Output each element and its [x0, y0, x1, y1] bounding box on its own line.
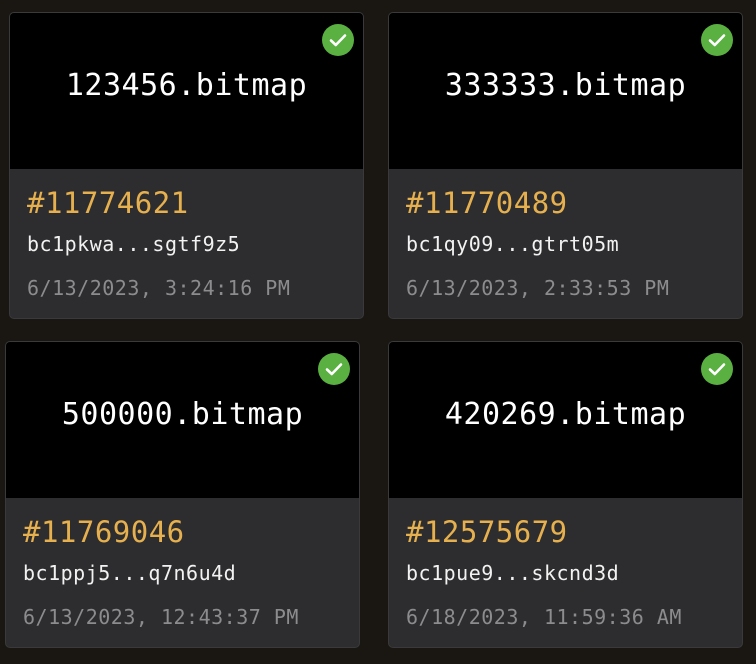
preview-text: 500000.bitmap: [61, 396, 304, 432]
card-info: #11770489 bc1qy09...gtrt05m 6/13/2023, 2…: [406, 169, 732, 300]
inscription-card[interactable]: 333333.bitmap #11770489 bc1qy09...gtrt05…: [388, 12, 743, 319]
inscription-preview: 420269.bitmap: [389, 342, 742, 498]
timestamp: 6/13/2023, 2:33:53 PM: [406, 276, 670, 300]
timestamp: 6/18/2023, 11:59:36 AM: [406, 605, 682, 629]
check-circle-icon[interactable]: [322, 24, 354, 56]
check-circle-icon[interactable]: [318, 353, 350, 385]
preview-text: 333333.bitmap: [444, 67, 687, 103]
inscription-preview: 333333.bitmap: [389, 13, 742, 169]
owner-address: bc1pkwa...sgtf9z5: [27, 232, 241, 256]
owner-address: bc1qy09...gtrt05m: [406, 232, 620, 256]
inscription-preview: 500000.bitmap: [6, 342, 359, 498]
preview-text: 420269.bitmap: [444, 396, 687, 432]
inscription-preview: 123456.bitmap: [10, 13, 363, 169]
inscription-number: #11769046: [23, 515, 185, 549]
inscription-card[interactable]: 500000.bitmap #11769046 bc1ppj5...q7n6u4…: [5, 341, 360, 648]
check-circle-icon[interactable]: [701, 353, 733, 385]
inscription-number: #11774621: [27, 186, 189, 220]
card-info: #11774621 bc1pkwa...sgtf9z5 6/13/2023, 3…: [27, 169, 353, 300]
inscription-grid: 123456.bitmap #11774621 bc1pkwa...sgtf9z…: [0, 0, 756, 664]
check-circle-icon[interactable]: [701, 24, 733, 56]
timestamp: 6/13/2023, 3:24:16 PM: [27, 276, 291, 300]
inscription-card[interactable]: 420269.bitmap #12575679 bc1pue9...skcnd3…: [388, 341, 743, 648]
timestamp: 6/13/2023, 12:43:37 PM: [23, 605, 299, 629]
owner-address: bc1ppj5...q7n6u4d: [23, 561, 237, 585]
inscription-number: #11770489: [406, 186, 568, 220]
inscription-number: #12575679: [406, 515, 568, 549]
card-info: #11769046 bc1ppj5...q7n6u4d 6/13/2023, 1…: [23, 498, 349, 629]
inscription-card[interactable]: 123456.bitmap #11774621 bc1pkwa...sgtf9z…: [9, 12, 364, 319]
owner-address: bc1pue9...skcnd3d: [406, 561, 620, 585]
preview-text: 123456.bitmap: [65, 67, 308, 103]
card-info: #12575679 bc1pue9...skcnd3d 6/18/2023, 1…: [406, 498, 732, 629]
